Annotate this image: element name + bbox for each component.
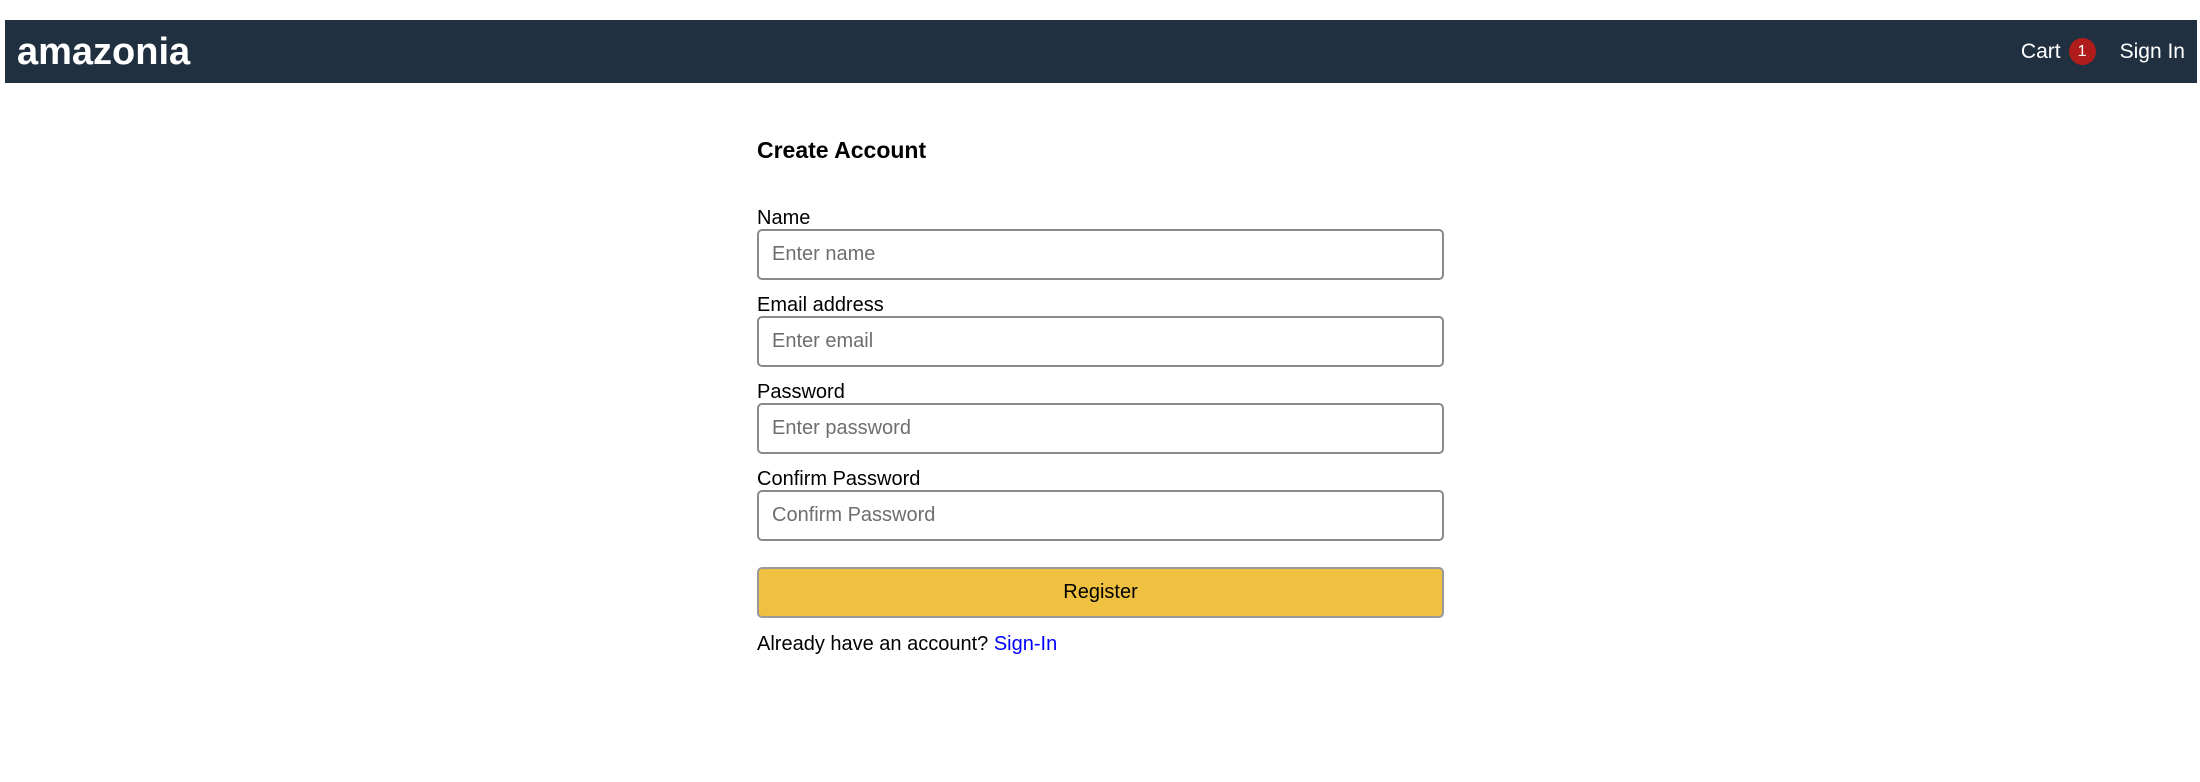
navbar: amazonia Cart 1 Sign In (5, 20, 2197, 83)
cart-label: Cart (2021, 40, 2061, 64)
signin-prompt: Already have an account? Sign-In (757, 632, 1444, 656)
password-field-group: Password (757, 381, 1444, 454)
confirm-password-label: Confirm Password (757, 468, 1444, 490)
brand-logo-link[interactable]: amazonia (17, 30, 190, 74)
confirm-password-field-group: Confirm Password (757, 468, 1444, 541)
cart-count-badge: 1 (2069, 38, 2096, 65)
signin-prompt-text: Already have an account? (757, 633, 988, 655)
email-label: Email address (757, 294, 1444, 316)
register-form: Create Account Name Email address Passwo… (757, 135, 1444, 656)
navbar-links: Cart 1 Sign In (2021, 20, 2185, 83)
name-label: Name (757, 207, 1444, 229)
password-input[interactable] (757, 403, 1444, 454)
cart-link[interactable]: Cart 1 (2021, 38, 2096, 65)
page-title: Create Account (757, 135, 1444, 165)
register-button[interactable]: Register (757, 567, 1444, 618)
password-label: Password (757, 381, 1444, 403)
signin-nav-link[interactable]: Sign In (2120, 40, 2185, 64)
email-input[interactable] (757, 316, 1444, 367)
confirm-password-input[interactable] (757, 490, 1444, 541)
email-field-group: Email address (757, 294, 1444, 367)
name-field-group: Name (757, 207, 1444, 280)
signin-link[interactable]: Sign-In (994, 633, 1057, 655)
name-input[interactable] (757, 229, 1444, 280)
